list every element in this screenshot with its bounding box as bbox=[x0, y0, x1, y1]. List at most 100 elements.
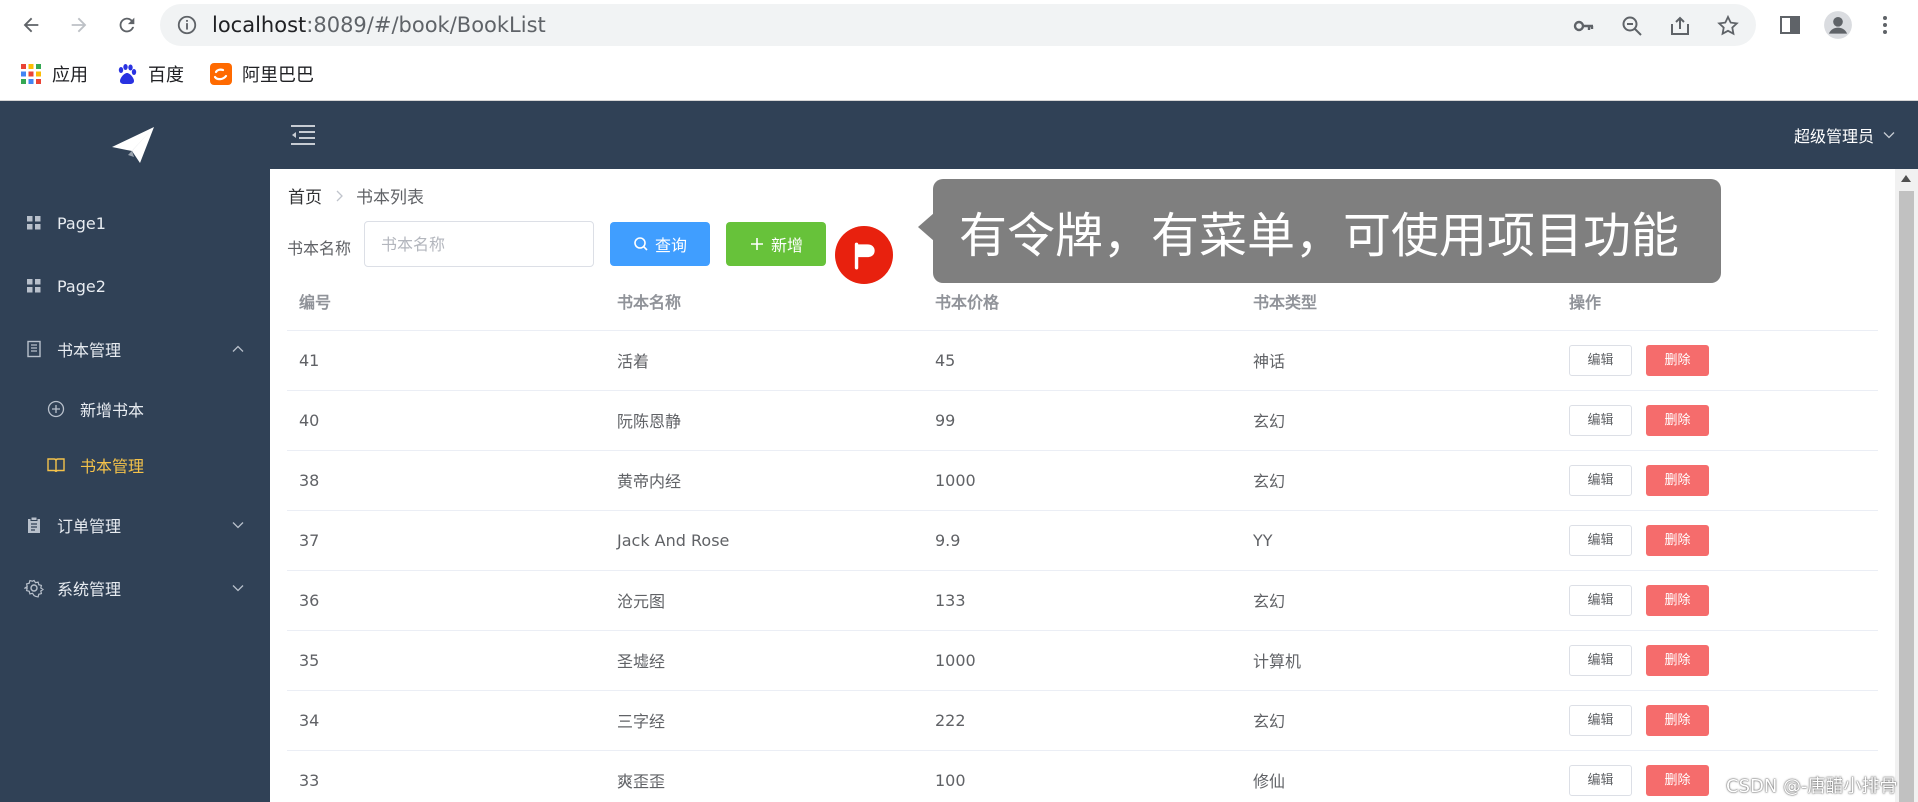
side-panel-button[interactable] bbox=[1775, 10, 1805, 40]
cell-id: 33 bbox=[287, 750, 605, 802]
gear-icon bbox=[24, 579, 44, 598]
cell-actions: 编辑 删除 bbox=[1557, 390, 1878, 451]
reload-button[interactable] bbox=[112, 10, 142, 40]
browser-chrome: localhost:8089/#/book/BookList 应用 百度 阿里巴… bbox=[0, 0, 1918, 101]
cell-price: 1000 bbox=[923, 450, 1241, 511]
url-path: :8089/#/book/BookList bbox=[306, 13, 546, 37]
add-book-button[interactable]: 新增 bbox=[726, 222, 826, 266]
column-header-id: 编号 bbox=[287, 273, 605, 331]
sidebar-item-system-management[interactable]: 系统管理 bbox=[0, 560, 270, 616]
document-icon bbox=[27, 340, 41, 358]
grid-icon bbox=[27, 279, 41, 293]
key-icon[interactable] bbox=[1572, 14, 1596, 38]
sidebar-item-book-management[interactable]: 书本管理 bbox=[0, 321, 270, 377]
flag-icon bbox=[854, 242, 875, 270]
delete-button[interactable]: 删除 bbox=[1646, 764, 1709, 796]
breadcrumb-home[interactable]: 首页 bbox=[288, 183, 322, 208]
scroll-up-arrow[interactable] bbox=[1901, 175, 1911, 182]
sidebar-item-page1[interactable]: Page1 bbox=[0, 195, 270, 251]
delete-button[interactable]: 删除 bbox=[1646, 584, 1709, 616]
column-header-price: 书本价格 bbox=[923, 273, 1241, 331]
table-row: 33 爽歪歪 100 修仙 编辑 删除 bbox=[287, 750, 1878, 802]
sidebar-item-order-management[interactable]: 订单管理 bbox=[0, 497, 270, 553]
sidebar-item-label: 书本管理 bbox=[57, 341, 122, 360]
edit-button[interactable]: 编辑 bbox=[1569, 644, 1632, 676]
book-table: 编号 书本名称 书本价格 书本类型 操作 41 活着 45 神话 编辑 删除 40… bbox=[287, 273, 1878, 802]
edit-button[interactable]: 编辑 bbox=[1569, 764, 1632, 796]
cell-actions: 编辑 删除 bbox=[1557, 690, 1878, 751]
apps-grid-icon bbox=[21, 64, 41, 84]
submenu-item-label: 书本管理 bbox=[80, 457, 145, 476]
edit-button[interactable]: 编辑 bbox=[1569, 404, 1632, 436]
cell-name: 三字经 bbox=[605, 690, 923, 751]
collapse-menu-icon[interactable] bbox=[290, 123, 316, 147]
edit-button[interactable]: 编辑 bbox=[1569, 344, 1632, 376]
bookmark-baidu[interactable]: 百度 bbox=[116, 60, 184, 88]
page-scrollbar[interactable] bbox=[1895, 169, 1918, 802]
back-button[interactable] bbox=[16, 10, 46, 40]
search-label: 书本名称 bbox=[287, 239, 352, 258]
main-content: 首页 书本列表 书本名称 查询 新增 有令牌，有菜单，可使用项目功能 编号 书本… bbox=[270, 169, 1895, 802]
cell-type: 玄幻 bbox=[1241, 690, 1557, 751]
browser-toolbar: localhost:8089/#/book/BookList bbox=[0, 0, 1918, 50]
column-header-type: 书本类型 bbox=[1241, 273, 1557, 331]
query-button[interactable]: 查询 bbox=[610, 222, 710, 266]
cell-id: 35 bbox=[287, 630, 605, 691]
cell-id: 37 bbox=[287, 510, 605, 571]
info-icon[interactable] bbox=[176, 14, 198, 36]
delete-button[interactable]: 删除 bbox=[1646, 524, 1709, 556]
chevron-down-icon bbox=[232, 585, 244, 592]
user-name: 超级管理员 bbox=[1793, 127, 1874, 146]
book-name-search-input[interactable] bbox=[364, 221, 594, 267]
edit-button[interactable]: 编辑 bbox=[1569, 584, 1632, 616]
user-dropdown[interactable]: 超级管理员 bbox=[1794, 123, 1896, 147]
alibaba-icon bbox=[210, 63, 232, 85]
bookmark-label: 百度 bbox=[148, 65, 184, 86]
bookmark-alibaba[interactable]: 阿里巴巴 bbox=[210, 60, 314, 88]
paper-plane-icon[interactable] bbox=[110, 125, 156, 165]
table-header-row: 编号 书本名称 书本价格 书本类型 操作 bbox=[287, 273, 1878, 331]
chevron-right-icon bbox=[336, 190, 343, 201]
share-icon[interactable] bbox=[1668, 14, 1692, 38]
cell-price: 45 bbox=[923, 330, 1241, 391]
sidebar: Page1 Page2 书本管理 新增书本 书本管理 订单管理 系统管理 bbox=[0, 101, 270, 802]
sidebar-item-label: Page2 bbox=[57, 276, 106, 296]
column-header-name: 书本名称 bbox=[605, 273, 923, 331]
plus-icon bbox=[750, 238, 763, 250]
bookmark-label: 应用 bbox=[52, 65, 88, 86]
edit-button[interactable]: 编辑 bbox=[1569, 464, 1632, 496]
star-icon[interactable] bbox=[1716, 14, 1740, 38]
url-text[interactable]: localhost:8089/#/book/BookList bbox=[212, 13, 546, 37]
search-icon bbox=[634, 237, 648, 251]
delete-button[interactable]: 删除 bbox=[1646, 464, 1709, 496]
edit-button[interactable]: 编辑 bbox=[1569, 524, 1632, 556]
cell-id: 34 bbox=[287, 690, 605, 751]
delete-button[interactable]: 删除 bbox=[1646, 344, 1709, 376]
bookmark-apps[interactable]: 应用 bbox=[20, 60, 88, 88]
cell-type: 计算机 bbox=[1241, 630, 1557, 691]
cell-price: 99 bbox=[923, 390, 1241, 451]
submenu-item-label: 新增书本 bbox=[80, 401, 145, 420]
more-vertical-icon bbox=[1883, 16, 1887, 34]
cell-name: 圣墟经 bbox=[605, 630, 923, 691]
delete-button[interactable]: 删除 bbox=[1646, 404, 1709, 436]
chrome-menu-button[interactable] bbox=[1870, 10, 1900, 40]
zoom-out-icon[interactable] bbox=[1620, 14, 1644, 38]
profile-button[interactable] bbox=[1823, 10, 1853, 40]
url-host: localhost bbox=[212, 13, 307, 37]
submenu-item-book-list[interactable]: 书本管理 bbox=[0, 440, 270, 490]
cell-price: 100 bbox=[923, 750, 1241, 802]
query-button-label: 查询 bbox=[654, 236, 687, 255]
table-row: 41 活着 45 神话 编辑 删除 bbox=[287, 330, 1878, 391]
submenu-item-add-book[interactable]: 新增书本 bbox=[0, 384, 270, 434]
grid-icon bbox=[27, 216, 41, 230]
scrollbar-thumb[interactable] bbox=[1899, 191, 1914, 802]
cell-type: 修仙 bbox=[1241, 750, 1557, 802]
delete-button[interactable]: 删除 bbox=[1646, 644, 1709, 676]
forward-button[interactable] bbox=[64, 10, 94, 40]
address-bar[interactable]: localhost:8089/#/book/BookList bbox=[160, 4, 1756, 46]
cell-actions: 编辑 删除 bbox=[1557, 510, 1878, 571]
sidebar-item-page2[interactable]: Page2 bbox=[0, 258, 270, 314]
edit-button[interactable]: 编辑 bbox=[1569, 704, 1632, 736]
delete-button[interactable]: 删除 bbox=[1646, 704, 1709, 736]
